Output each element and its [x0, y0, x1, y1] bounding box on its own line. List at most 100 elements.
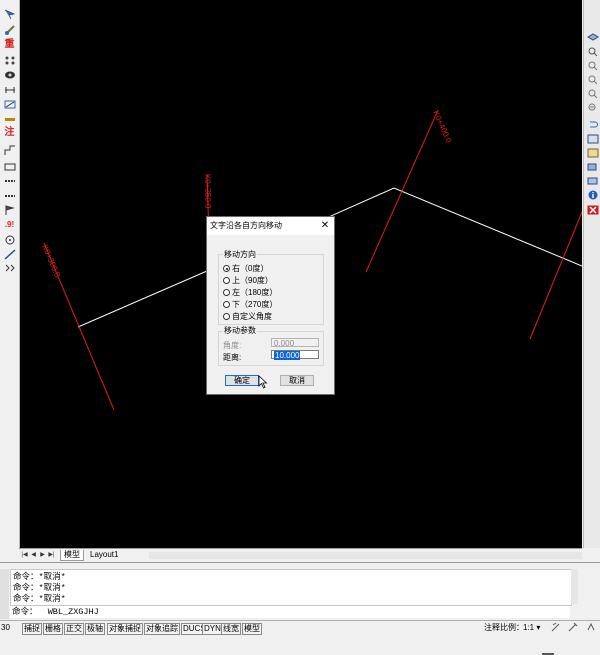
- command-window: 命令：*取消* 命令：*取消* 命令：*取消* 命令： WBL_ZXGJHJ: [0, 562, 600, 655]
- option-custom-angle[interactable]: 自定义角度: [223, 311, 272, 322]
- delete-icon[interactable]: [585, 204, 600, 216]
- command-prompt-text: 命令： WBL_ZXGJHJ: [12, 607, 99, 617]
- dot9-icon[interactable]: .9!: [2, 219, 17, 231]
- coordinate-readout: 30: [1, 623, 10, 632]
- circle-icon[interactable]: [2, 233, 17, 245]
- right-toolbar: [583, 0, 600, 548]
- scroll-corner: [582, 548, 600, 561]
- tab-model[interactable]: 模型: [60, 550, 84, 561]
- toggle-lineweight[interactable]: 线宽: [221, 623, 241, 635]
- annotation-scale-select[interactable]: 1:1 ▾: [523, 623, 540, 633]
- eye-icon[interactable]: [2, 68, 17, 80]
- option-up[interactable]: 上（90度）: [223, 275, 273, 286]
- rect-icon[interactable]: [2, 160, 17, 172]
- tab-layout1[interactable]: Layout1: [87, 550, 121, 560]
- layers-icon[interactable]: [585, 32, 600, 44]
- layer-icon[interactable]: [585, 161, 600, 173]
- command-history: 命令：*取消* 命令：*取消* 命令：*取消*: [10, 569, 572, 606]
- line-bar2-icon[interactable]: [2, 189, 17, 201]
- station-label-2: K0+350.0: [203, 174, 213, 209]
- grid2-icon[interactable]: [585, 147, 600, 159]
- mouse-cursor-icon: [258, 375, 268, 389]
- annotation-visibility-icon[interactable]: [551, 622, 561, 634]
- distance-value: 10.000: [274, 351, 301, 360]
- radio-left[interactable]: [223, 289, 230, 296]
- option-left[interactable]: 左（180度）: [223, 287, 277, 298]
- toggle-ortho[interactable]: 正交: [64, 623, 84, 635]
- flag-icon[interactable]: [2, 204, 17, 216]
- status-menu-icon[interactable]: [586, 622, 596, 634]
- layer2-icon[interactable]: [585, 175, 600, 187]
- command-input[interactable]: 命令： WBL_ZXGJHJ: [10, 606, 570, 655]
- polyline-icon[interactable]: [2, 144, 17, 156]
- tab-first-icon[interactable]: |◀: [21, 551, 28, 559]
- line-bar-icon[interactable]: [2, 175, 17, 187]
- dots-icon[interactable]: [2, 54, 17, 66]
- tab-prev-icon[interactable]: ◀: [30, 551, 37, 559]
- auto-scale-icon[interactable]: [568, 622, 578, 634]
- toggle-dyn[interactable]: DYN: [202, 623, 223, 635]
- zoom-window-icon[interactable]: [585, 60, 600, 72]
- bar-icon[interactable]: [2, 113, 17, 125]
- grid-icon[interactable]: [585, 133, 600, 145]
- radio-down[interactable]: [223, 301, 230, 308]
- zoom-in-icon[interactable]: [585, 46, 600, 58]
- distance-field[interactable]: 10.000: [271, 350, 319, 360]
- toggle-otrack[interactable]: 对象追踪: [144, 623, 180, 635]
- toggle-snap[interactable]: 捕捉: [22, 623, 42, 635]
- left-toolbar: 重 注 .9!: [0, 0, 20, 548]
- option-custom-angle-label: 自定义角度: [232, 311, 272, 321]
- text-zhong-icon[interactable]: 重: [2, 39, 17, 51]
- measure-icon[interactable]: [2, 98, 17, 110]
- line-icon[interactable]: [2, 248, 17, 260]
- status-bar: 30 捕捉 栅格 正交 极轴 对象捕捉 对象追踪 DUCS DYN 线宽 模型 …: [0, 620, 600, 635]
- cad-app-window: 重 注 .9! K0+300.0 K0+350.0 K0+400.0 |◀ ◀ …: [0, 0, 600, 655]
- command-history-line: 命令：*取消*: [13, 594, 66, 604]
- annotation-zhu-icon[interactable]: 注: [2, 127, 17, 139]
- radio-right[interactable]: [223, 265, 230, 272]
- cancel-button[interactable]: 取消: [280, 375, 314, 386]
- option-up-label: 上（90度）: [232, 275, 273, 285]
- tab-next-icon[interactable]: ▶: [39, 551, 46, 559]
- zoom-icon[interactable]: [585, 88, 600, 100]
- horizontal-scrollbar[interactable]: [149, 552, 589, 559]
- toggle-model[interactable]: 模型: [242, 623, 262, 635]
- option-right-label: 右（0度）: [232, 263, 269, 273]
- command-scrollbar[interactable]: [571, 569, 578, 604]
- ok-button[interactable]: 确定: [225, 375, 259, 386]
- option-down[interactable]: 下（270度）: [223, 299, 277, 310]
- toggle-grid[interactable]: 栅格: [43, 623, 63, 635]
- brush-icon[interactable]: [2, 24, 17, 36]
- ruler-icon[interactable]: [2, 84, 17, 96]
- pointer-icon[interactable]: [2, 8, 17, 20]
- annotation-scale-label: 注释比例：: [484, 623, 524, 632]
- command-window-grip[interactable]: [0, 569, 9, 619]
- radio-custom-angle[interactable]: [223, 313, 230, 320]
- radio-up[interactable]: [223, 277, 230, 284]
- option-left-label: 左（180度）: [232, 287, 278, 297]
- dialog-title: 文字沿各自方向移动: [210, 221, 282, 230]
- angle-label: 角度:: [223, 341, 242, 350]
- distance-label: 距离:: [223, 353, 242, 362]
- zoom-out-icon[interactable]: [585, 102, 600, 114]
- layout-tabs-bar: |◀ ◀ ▶ ▶| 模型 Layout1: [19, 548, 589, 562]
- section-line-3: [365, 109, 439, 273]
- option-right[interactable]: 右（0度）: [223, 263, 268, 274]
- close-icon[interactable]: ✕: [319, 219, 331, 232]
- station-label-1: K0+300.0: [40, 243, 62, 279]
- direction-group-title: 移动方向: [223, 250, 257, 260]
- angle-field: 0.000: [271, 338, 319, 348]
- station-label-3: K0+400.0: [431, 109, 453, 145]
- undo-icon[interactable]: [585, 118, 600, 130]
- toggle-polar[interactable]: 极轴: [85, 623, 105, 635]
- param-group-title: 移动参数: [223, 326, 257, 336]
- command-history-line: 命令：*取消*: [13, 583, 66, 593]
- wave-icon[interactable]: [2, 262, 17, 274]
- toggle-osnap[interactable]: 对象捕捉: [107, 623, 143, 635]
- tab-last-icon[interactable]: ▶|: [48, 551, 55, 559]
- move-text-dialog: 文字沿各自方向移动 ✕ 移动方向 右（0度） 上（90度） 左（180度） 下（…: [206, 216, 335, 395]
- info-icon[interactable]: [585, 189, 600, 201]
- dialog-titlebar[interactable]: 文字沿各自方向移动 ✕: [207, 217, 334, 235]
- zoom-extent-icon[interactable]: [585, 74, 600, 86]
- option-down-label: 下（270度）: [232, 299, 278, 309]
